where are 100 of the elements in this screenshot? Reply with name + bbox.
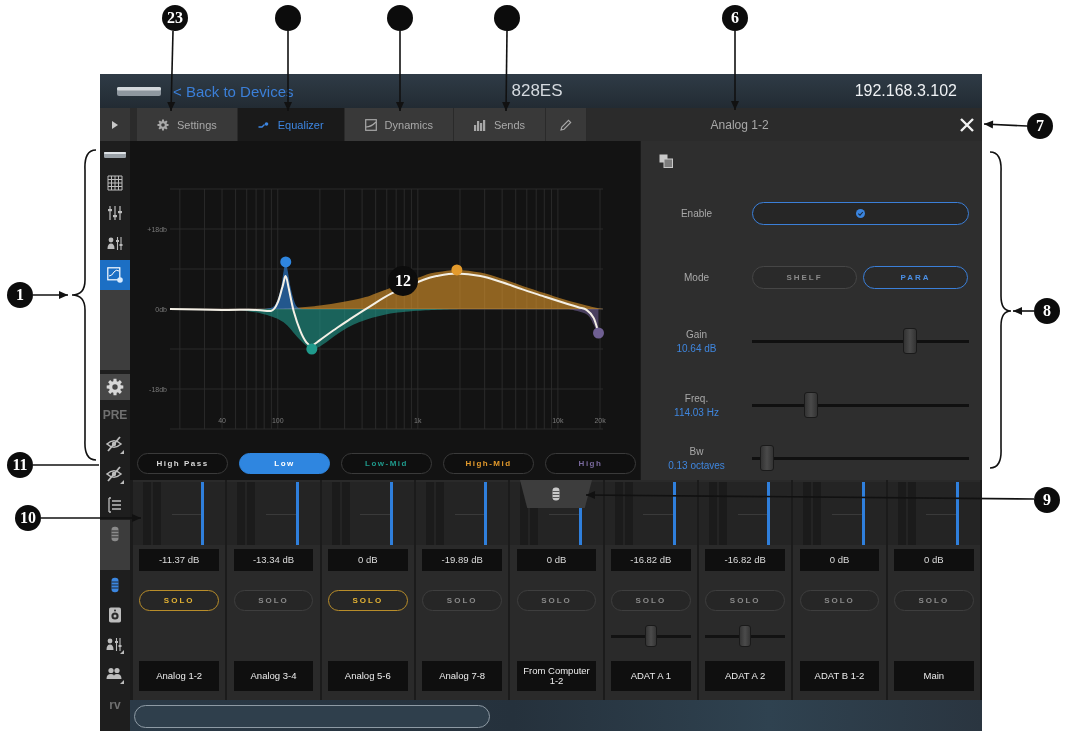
- sidebar-button[interactable]: rv: [100, 690, 130, 720]
- slider-label: Bw: [689, 446, 704, 457]
- band-node-icon[interactable]: [306, 343, 318, 355]
- gain-readout: -19.89 dB: [422, 549, 502, 571]
- channel-name: Analog 7-8: [422, 661, 502, 691]
- ip-address: 192.168.3.102: [854, 82, 957, 100]
- solo-button[interactable]: SOLO: [611, 590, 691, 611]
- band-button[interactable]: High Pass: [137, 453, 228, 474]
- check-circle-icon: [856, 208, 865, 218]
- rack-unit-icon: [117, 85, 161, 97]
- tab[interactable]: [546, 108, 588, 141]
- tab[interactable]: Sends: [453, 108, 547, 141]
- rack-unit-icon: [104, 150, 126, 159]
- enable-label: Enable: [679, 207, 714, 219]
- band-node-icon[interactable]: [593, 327, 604, 339]
- band-button[interactable]: High: [545, 453, 636, 474]
- band-button[interactable]: High-Mid: [443, 453, 534, 474]
- callout-number: 9: [1034, 487, 1060, 513]
- band-button[interactable]: Low-Mid: [341, 453, 432, 474]
- faders-icon: [107, 205, 123, 221]
- tab[interactable]: Equalizer: [237, 108, 345, 141]
- bars-icon: [473, 118, 486, 131]
- close-icon: [960, 117, 974, 132]
- gain-readout: -16.82 dB: [611, 549, 691, 571]
- channel-name: Analog 3-4: [233, 661, 314, 691]
- channel-name: From Computer 1-2: [516, 661, 597, 691]
- stacked-squares-icon[interactable]: [659, 154, 673, 168]
- gain-readout: 0 dB: [894, 549, 974, 571]
- solo-button[interactable]: SOLO: [233, 590, 314, 611]
- tab[interactable]: Dynamics: [344, 108, 454, 141]
- callout-number: 11: [7, 452, 33, 478]
- band-button[interactable]: Low: [239, 453, 330, 474]
- slider-thumb[interactable]: [903, 327, 918, 354]
- band-node-icon[interactable]: [451, 264, 463, 276]
- eye-slash-icon: [106, 466, 124, 484]
- slider-reading: 10.64 dB: [676, 342, 717, 354]
- slider-thumb[interactable]: [760, 445, 775, 471]
- slider-thumb[interactable]: [644, 624, 657, 647]
- callout-number: 6: [722, 5, 748, 31]
- band-node-icon[interactable]: [280, 256, 292, 268]
- screen-curve-icon: [107, 267, 123, 283]
- callout-marker: [494, 5, 520, 31]
- gear-icon: [106, 378, 124, 396]
- scrollbar-thumb[interactable]: [134, 705, 490, 728]
- channel-name: ADAT A 2: [705, 661, 785, 691]
- callout-marker: [275, 5, 301, 31]
- channel-name: Analog 1-2: [139, 661, 219, 691]
- capsule-icon: [552, 487, 560, 501]
- solo-button[interactable]: SOLO: [799, 590, 880, 611]
- mode-option[interactable]: PARA: [863, 265, 968, 289]
- list-icon: [107, 497, 123, 513]
- back-link[interactable]: < Back to Devices: [173, 82, 294, 100]
- person-faders-icon: [106, 636, 124, 654]
- expand-button[interactable]: [100, 108, 130, 141]
- speaker-icon: [107, 607, 123, 623]
- slider-label: Gain: [685, 328, 708, 340]
- channel-name: ADAT A 1: [611, 661, 691, 691]
- tab[interactable]: Settings: [137, 108, 238, 141]
- gain-readout: 0 dB: [799, 549, 880, 571]
- graph-box-icon: [364, 118, 377, 131]
- gain-readout: -13.34 dB: [233, 549, 314, 571]
- enable-toggle[interactable]: [752, 201, 969, 225]
- solo-button[interactable]: SOLO: [516, 590, 597, 611]
- solo-button[interactable]: SOLO: [705, 590, 785, 611]
- solo-button[interactable]: SOLO: [139, 590, 219, 611]
- channel-name: Analog 5-6: [328, 661, 408, 691]
- channel-title: Analog 1-2: [709, 117, 770, 132]
- solo-button[interactable]: SOLO: [894, 590, 974, 611]
- gain-readout: -11.37 dB: [139, 549, 219, 571]
- caret-icon: [112, 120, 118, 129]
- slider-thumb[interactable]: [803, 391, 818, 418]
- callout-arrow: [32, 291, 69, 299]
- grid-icon: [107, 175, 123, 191]
- callout-number: 7: [1027, 113, 1053, 139]
- callout-number: 8: [1034, 298, 1060, 324]
- device-name: 828ES: [511, 81, 563, 101]
- gear-icon: [157, 118, 169, 131]
- channel-name: ADAT B 1-2: [799, 661, 880, 691]
- slider-reading: 114.03 Hz: [674, 406, 719, 418]
- drawer-handle[interactable]: [520, 480, 592, 508]
- mode-option[interactable]: SHELF: [752, 265, 857, 289]
- solo-button[interactable]: SOLO: [422, 590, 502, 611]
- callout-number: 23: [162, 5, 188, 31]
- slider-thumb[interactable]: [739, 624, 752, 647]
- slider-reading: 0.13 octaves: [668, 460, 725, 471]
- solo-button[interactable]: SOLO: [328, 590, 408, 611]
- callout-arrow: [1012, 307, 1035, 315]
- pencil-icon: [560, 118, 573, 131]
- gain-readout: 0 dB: [328, 549, 408, 571]
- callout-number: 10: [15, 505, 41, 531]
- eye-slash-icon: [106, 436, 124, 454]
- slider-label: Freq.: [684, 392, 709, 404]
- channel-name: Main: [894, 661, 974, 691]
- callout-arrow: [983, 120, 1028, 129]
- callout-number: 1: [7, 282, 33, 308]
- sidebar-button[interactable]: [100, 374, 130, 400]
- people-icon: [106, 666, 124, 684]
- callout-marker: [387, 5, 413, 31]
- gain-readout: -16.82 dB: [705, 549, 785, 571]
- sidebar-button[interactable]: PRE: [100, 400, 130, 430]
